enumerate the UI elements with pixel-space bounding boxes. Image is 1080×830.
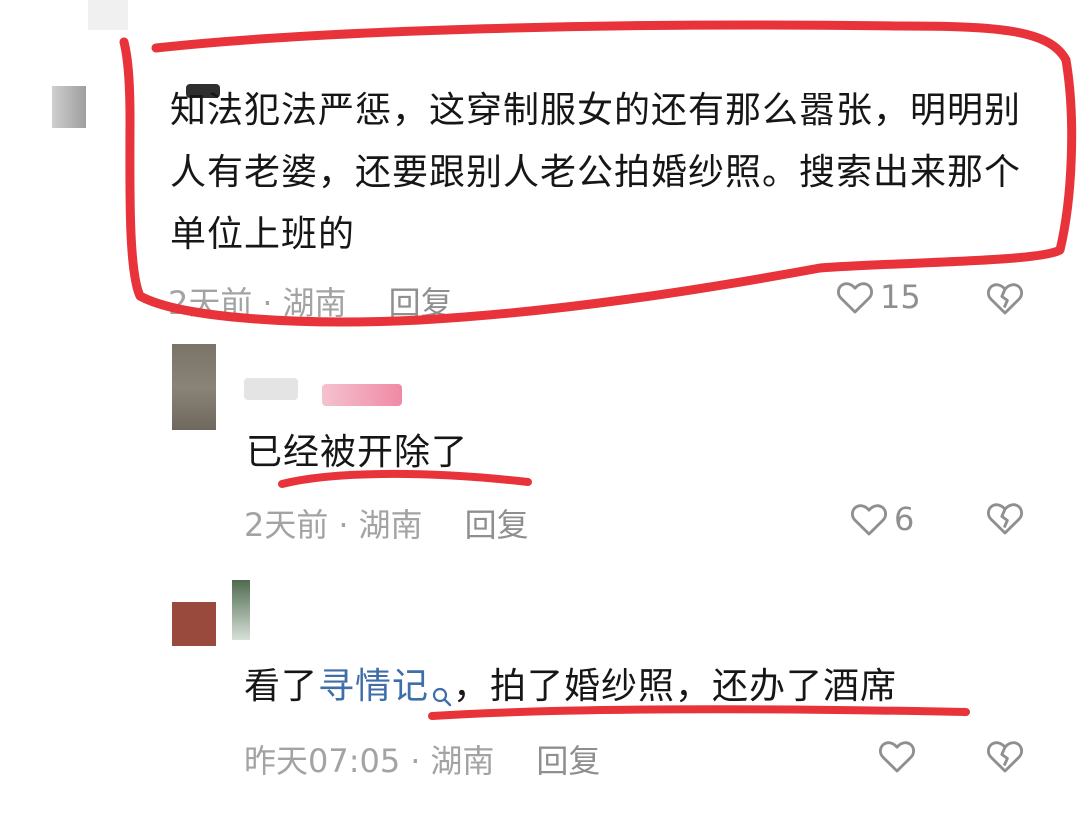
comment-text: 已经被开除了	[246, 432, 469, 473]
search-link[interactable]: 寻情记	[318, 666, 429, 707]
reply-button[interactable]: 回复	[536, 742, 600, 780]
like-count: 15	[880, 278, 921, 316]
search-icon[interactable]	[431, 666, 453, 728]
reply-button[interactable]: 回复	[465, 506, 529, 544]
reply-button[interactable]: 回复	[389, 284, 453, 322]
heart-outline-icon	[836, 279, 874, 315]
avatar-top-blur	[88, 0, 128, 30]
heart-outline-icon	[850, 501, 888, 537]
like-button[interactable]: 15	[836, 278, 921, 316]
comment-text: 看了寻情记 ，拍了婚纱照，还办了酒席	[244, 656, 1004, 728]
avatar[interactable]	[172, 344, 216, 430]
avatar-top-blur	[232, 580, 250, 640]
comment-text: 知法犯法严惩，这穿制服女的还有那么嚣张，明明别人有老婆，还要跟别人老公拍婚纱照。…	[170, 90, 1022, 255]
username-badge-redacted	[322, 384, 402, 406]
heart-outline-icon	[878, 738, 916, 774]
comment-time: 2天前	[168, 284, 253, 322]
username-redacted	[244, 378, 298, 400]
like-count: 6	[894, 500, 915, 538]
avatar[interactable]	[172, 602, 216, 646]
comment-meta: 昨天07:05 · 湖南 回复	[244, 736, 600, 782]
comment-location: 湖南	[430, 742, 495, 780]
broken-heart-icon	[986, 500, 1024, 536]
comment-location: 湖南	[358, 506, 423, 544]
comment-meta: 2天前 · 湖南 回复	[168, 278, 453, 324]
dislike-button[interactable]	[986, 500, 1024, 536]
avatar[interactable]	[52, 86, 86, 128]
comment-time: 昨天07:05	[244, 742, 401, 780]
like-button[interactable]	[878, 738, 922, 774]
broken-heart-icon	[986, 280, 1024, 316]
broken-heart-icon	[986, 738, 1024, 774]
meta-separator: ·	[338, 506, 349, 544]
comment-location: 湖南	[282, 284, 347, 322]
dislike-button[interactable]	[986, 738, 1024, 774]
meta-separator: ·	[262, 284, 273, 322]
dislike-button[interactable]	[986, 280, 1024, 316]
comment-text-end: ，拍了婚纱照，还办了酒席	[453, 666, 898, 707]
meta-separator: ·	[410, 742, 421, 780]
comment-meta: 2天前 · 湖南 回复	[244, 500, 529, 546]
like-button[interactable]: 6	[850, 500, 914, 538]
comment-time: 2天前	[244, 506, 329, 544]
comment-text-start: 看了	[244, 666, 319, 707]
